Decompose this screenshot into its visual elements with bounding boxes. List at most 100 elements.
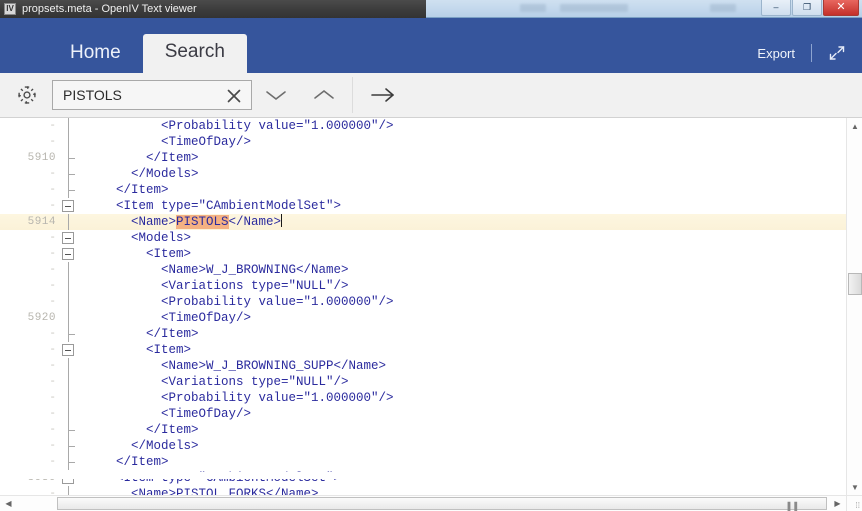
code-line[interactable]: - <Probability value="1.000000"/>	[0, 118, 846, 134]
fold-guide-line	[68, 406, 69, 422]
code-line[interactable]: - </Item>	[0, 326, 846, 342]
fold-guide-line	[68, 118, 69, 134]
fold-column	[62, 390, 76, 406]
fold-collapse-icon[interactable]	[62, 232, 74, 244]
fold-column[interactable]	[62, 230, 76, 246]
tab-home[interactable]: Home	[48, 35, 143, 73]
fold-column	[62, 118, 76, 134]
code-line[interactable]: - <Probability value="1.000000"/>	[0, 294, 846, 310]
line-number-dash: -	[0, 278, 56, 294]
horizontal-scrollbar-thumb[interactable]: ▐▐	[57, 497, 827, 510]
line-number-dash: -	[0, 422, 56, 438]
code-line[interactable]: 5910 </Item>	[0, 150, 846, 166]
openiv-text-viewer-window: – ❐ ✕ IV propsets.meta - OpenIV Text vie…	[0, 0, 862, 511]
horizontal-scrollbar[interactable]: ◀ ▐▐ ▶	[0, 495, 846, 511]
title-bar[interactable]: IV propsets.meta - OpenIV Text viewer	[0, 0, 426, 18]
search-field-wrapper[interactable]	[52, 80, 252, 110]
tab-search[interactable]: Search	[143, 34, 247, 73]
vertical-scrollbar[interactable]: ▲ ▼	[846, 118, 862, 495]
search-toolbar	[0, 73, 862, 118]
maximize-button[interactable]: ❐	[792, 0, 822, 16]
background-column-header-blur	[710, 4, 736, 12]
code-line[interactable]: - </Models>	[0, 438, 846, 454]
code-line[interactable]: 5930 <Item type="CAmbientModelSet">	[0, 470, 846, 486]
line-number: 5930	[0, 470, 56, 486]
vertical-scrollbar-thumb[interactable]	[848, 273, 862, 295]
minimize-button[interactable]: –	[761, 0, 791, 16]
search-settings-button[interactable]	[6, 84, 48, 106]
fold-guide-line	[68, 486, 69, 495]
close-button[interactable]: ✕	[823, 0, 859, 16]
search-input[interactable]	[53, 82, 213, 108]
code-line[interactable]: - <TimeOfDay/>	[0, 134, 846, 150]
find-next-button[interactable]	[252, 75, 300, 115]
fold-column[interactable]	[62, 246, 76, 262]
code-line[interactable]: - <Item>	[0, 342, 846, 358]
code-line-text: </Item>	[86, 454, 169, 470]
code-line[interactable]: - <Variations type="NULL"/>	[0, 374, 846, 390]
code-line[interactable]: - <TimeOfDay/>	[0, 406, 846, 422]
fold-guide-line	[68, 374, 69, 390]
fold-column[interactable]	[62, 342, 76, 358]
code-lines-container[interactable]: - <Probability value="1.000000"/>- <Time…	[0, 118, 846, 479]
scroll-right-button[interactable]: ▶	[829, 496, 846, 511]
fold-column[interactable]	[62, 198, 76, 214]
code-line-text: </Item>	[86, 422, 199, 438]
fold-column	[62, 406, 76, 422]
code-line[interactable]: - <Name>W_J_BROWNING</Name>	[0, 262, 846, 278]
scroll-down-button[interactable]: ▼	[847, 479, 862, 495]
code-line-text: <Name>W_J_BROWNING</Name>	[86, 262, 349, 278]
fold-collapse-icon[interactable]	[62, 248, 74, 260]
fold-column	[62, 166, 76, 182]
code-line[interactable]: - </Item>	[0, 454, 846, 470]
code-line-text: <Probability value="1.000000"/>	[86, 390, 394, 406]
code-line[interactable]: - <Item type="CAmbientModelSet">	[0, 198, 846, 214]
fold-column[interactable]	[62, 470, 76, 486]
fold-collapse-icon[interactable]	[62, 344, 74, 356]
fold-collapse-icon[interactable]	[62, 472, 74, 484]
fold-end-tick	[68, 334, 75, 335]
code-line-text: <Name>W_J_BROWNING_SUPP</Name>	[86, 358, 386, 374]
scrollbar-corner: ⁞⁞	[846, 495, 862, 511]
toolbar-divider	[352, 77, 353, 113]
fold-guide-line	[68, 294, 69, 310]
line-number-dash: -	[0, 406, 56, 422]
scroll-left-button[interactable]: ◀	[0, 496, 17, 511]
code-line[interactable]: - </Item>	[0, 422, 846, 438]
line-number-dash: -	[0, 342, 56, 358]
go-button[interactable]	[357, 75, 409, 115]
code-line[interactable]: 5920 <TimeOfDay/>	[0, 310, 846, 326]
code-line[interactable]: - <Models>	[0, 230, 846, 246]
export-button[interactable]: Export	[757, 46, 795, 61]
code-line-text: <Name>PISTOL_FORKS</Name>	[86, 486, 319, 495]
code-line[interactable]: 5914 <Name>PISTOLS</Name>	[0, 214, 846, 230]
fold-column	[62, 278, 76, 294]
fold-column	[62, 310, 76, 326]
scroll-up-button[interactable]: ▲	[847, 118, 862, 134]
code-line-text: <Models>	[86, 230, 191, 246]
fold-collapse-icon[interactable]	[62, 200, 74, 212]
code-line[interactable]: - <Name>PISTOL_FORKS</Name>	[0, 486, 846, 495]
window-title: propsets.meta - OpenIV Text viewer	[22, 3, 197, 15]
fold-column	[62, 438, 76, 454]
code-line[interactable]: - <Probability value="1.000000"/>	[0, 390, 846, 406]
code-line[interactable]: - </Item>	[0, 182, 846, 198]
clear-search-button[interactable]	[224, 86, 243, 105]
code-line[interactable]: - <Name>W_J_BROWNING_SUPP</Name>	[0, 358, 846, 374]
code-line-text: <Name>PISTOLS</Name>	[86, 214, 282, 230]
code-line[interactable]: - <Item>	[0, 246, 846, 262]
code-line[interactable]: - </Models>	[0, 166, 846, 182]
find-previous-button[interactable]	[300, 75, 348, 115]
code-line-text: </Item>	[86, 150, 199, 166]
expand-diagonal-icon[interactable]	[828, 44, 846, 62]
fold-guide-line	[68, 134, 69, 150]
fold-column	[62, 214, 76, 230]
fold-guide-line	[68, 214, 69, 230]
fold-end-tick	[68, 462, 75, 463]
line-number-dash: -	[0, 390, 56, 406]
code-line[interactable]: - <Variations type="NULL"/>	[0, 278, 846, 294]
horizontal-scrollbar-track[interactable]: ▐▐	[17, 496, 829, 511]
line-number-dash: -	[0, 230, 56, 246]
fold-column	[62, 150, 76, 166]
text-editor[interactable]: - <Probability value="1.000000"/>- <Time…	[0, 118, 862, 495]
